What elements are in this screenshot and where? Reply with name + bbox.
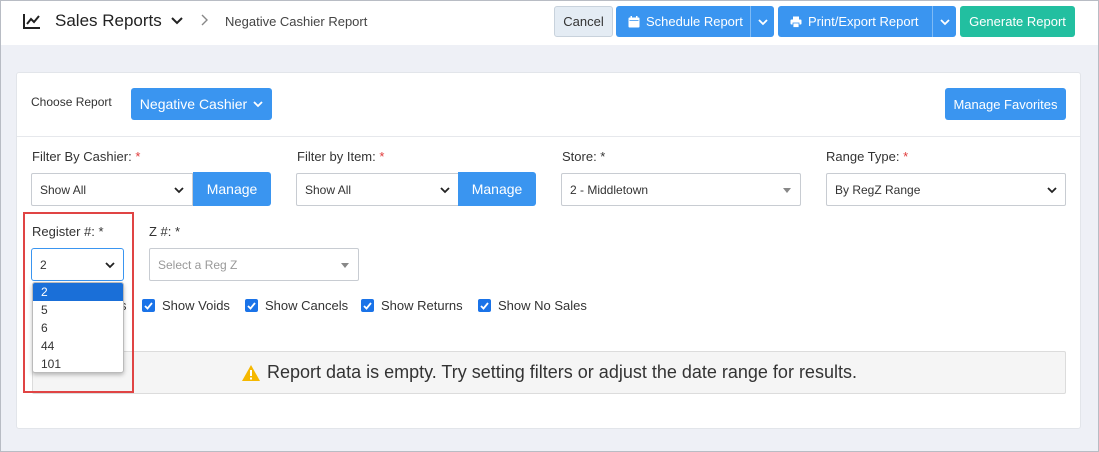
required-mark: * <box>903 149 909 164</box>
show-no-sales-label: Show No Sales <box>498 298 587 313</box>
show-voids-checkbox[interactable]: Show Voids <box>142 298 230 313</box>
z-number-label: Z #: * <box>149 224 181 239</box>
print-export-button[interactable]: Print/Export Report <box>778 6 956 37</box>
caret-down-icon <box>341 263 349 268</box>
cancel-button-label: Cancel <box>563 14 604 29</box>
store-label: Store: * <box>562 149 606 164</box>
generate-report-button[interactable]: Generate Report <box>960 6 1075 37</box>
chevron-right-icon <box>201 14 208 26</box>
check-icon <box>361 299 374 312</box>
page-title[interactable]: Sales Reports <box>55 11 162 31</box>
store-select[interactable]: 2 - Middletown <box>561 173 801 206</box>
chevron-down-icon <box>253 101 263 108</box>
chevron-down-icon <box>174 187 184 194</box>
filter-cashier-label: Filter By Cashier: * <box>32 149 140 164</box>
filter-item-label-text: Filter by Item: <box>297 149 376 164</box>
check-icon <box>245 299 258 312</box>
check-icon <box>478 299 491 312</box>
range-type-label: Range Type: * <box>826 149 908 164</box>
chevron-down-icon <box>757 18 768 25</box>
show-returns-checkbox[interactable]: Show Returns <box>361 298 463 313</box>
generate-report-label: Generate Report <box>969 14 1066 29</box>
filter-cashier-value: Show All <box>40 182 87 197</box>
show-cancels-checkbox[interactable]: Show Cancels <box>245 298 348 313</box>
filter-item-value: Show All <box>305 182 352 197</box>
show-cancels-label: Show Cancels <box>265 298 349 313</box>
manage-item-button[interactable]: Manage <box>458 172 536 206</box>
warning-icon <box>242 364 261 381</box>
schedule-report-label: Schedule Report <box>646 14 743 29</box>
manage-cashier-button[interactable]: Manage <box>193 172 271 206</box>
chevron-down-icon[interactable] <box>171 16 183 26</box>
manage-item-label: Manage <box>471 181 523 197</box>
report-type-dropdown[interactable]: Negative Cashier <box>131 88 272 120</box>
manage-cashier-label: Manage <box>206 181 258 197</box>
filter-item-label: Filter by Item: * <box>297 149 384 164</box>
calendar-icon <box>628 15 640 27</box>
caret-down-icon <box>783 188 791 193</box>
required-mark: * <box>379 149 385 164</box>
manage-favorites-label: Manage Favorites <box>953 96 1058 112</box>
required-mark: * <box>135 149 141 164</box>
chevron-down-icon <box>440 187 450 194</box>
empty-report-text: Report data is empty. Try setting filter… <box>267 362 857 382</box>
show-no-sales-checkbox[interactable]: Show No Sales <box>478 298 587 313</box>
filter-cashier-label-text: Filter By Cashier: <box>32 149 132 164</box>
range-type-value: By RegZ Range <box>835 182 921 197</box>
z-number-placeholder: Select a Reg Z <box>158 257 238 272</box>
chart-line-icon <box>23 14 40 29</box>
highlight-box <box>23 212 134 393</box>
cancel-button[interactable]: Cancel <box>554 6 613 37</box>
report-type-value: Negative Cashier <box>139 96 248 112</box>
schedule-report-button[interactable]: Schedule Report <box>616 6 774 37</box>
divider <box>17 136 1080 137</box>
chevron-down-icon <box>1047 187 1057 194</box>
schedule-dropdown-toggle[interactable] <box>750 6 774 37</box>
empty-report-message: Report data is empty. Try setting filter… <box>32 351 1066 394</box>
z-number-select[interactable]: Select a Reg Z <box>149 248 359 281</box>
printer-icon <box>790 16 802 28</box>
chevron-down-icon <box>939 18 950 25</box>
top-bar: Sales Reports Negative Cashier Report Ca… <box>1 1 1098 45</box>
range-type-select[interactable]: By RegZ Range <box>826 173 1066 206</box>
check-icon <box>142 299 155 312</box>
store-value: 2 - Middletown <box>570 182 649 197</box>
choose-report-label: Choose Report <box>31 95 112 109</box>
print-dropdown-toggle[interactable] <box>932 6 956 37</box>
manage-favorites-button[interactable]: Manage Favorites <box>945 88 1066 120</box>
print-export-label: Print/Export Report <box>808 14 919 29</box>
range-type-label-text: Range Type: <box>826 149 900 164</box>
filter-item-select[interactable]: Show All <box>296 173 459 206</box>
filter-cashier-select[interactable]: Show All <box>31 173 193 206</box>
show-returns-label: Show Returns <box>381 298 463 313</box>
show-voids-label: Show Voids <box>162 298 230 313</box>
breadcrumb: Negative Cashier Report <box>225 14 368 29</box>
